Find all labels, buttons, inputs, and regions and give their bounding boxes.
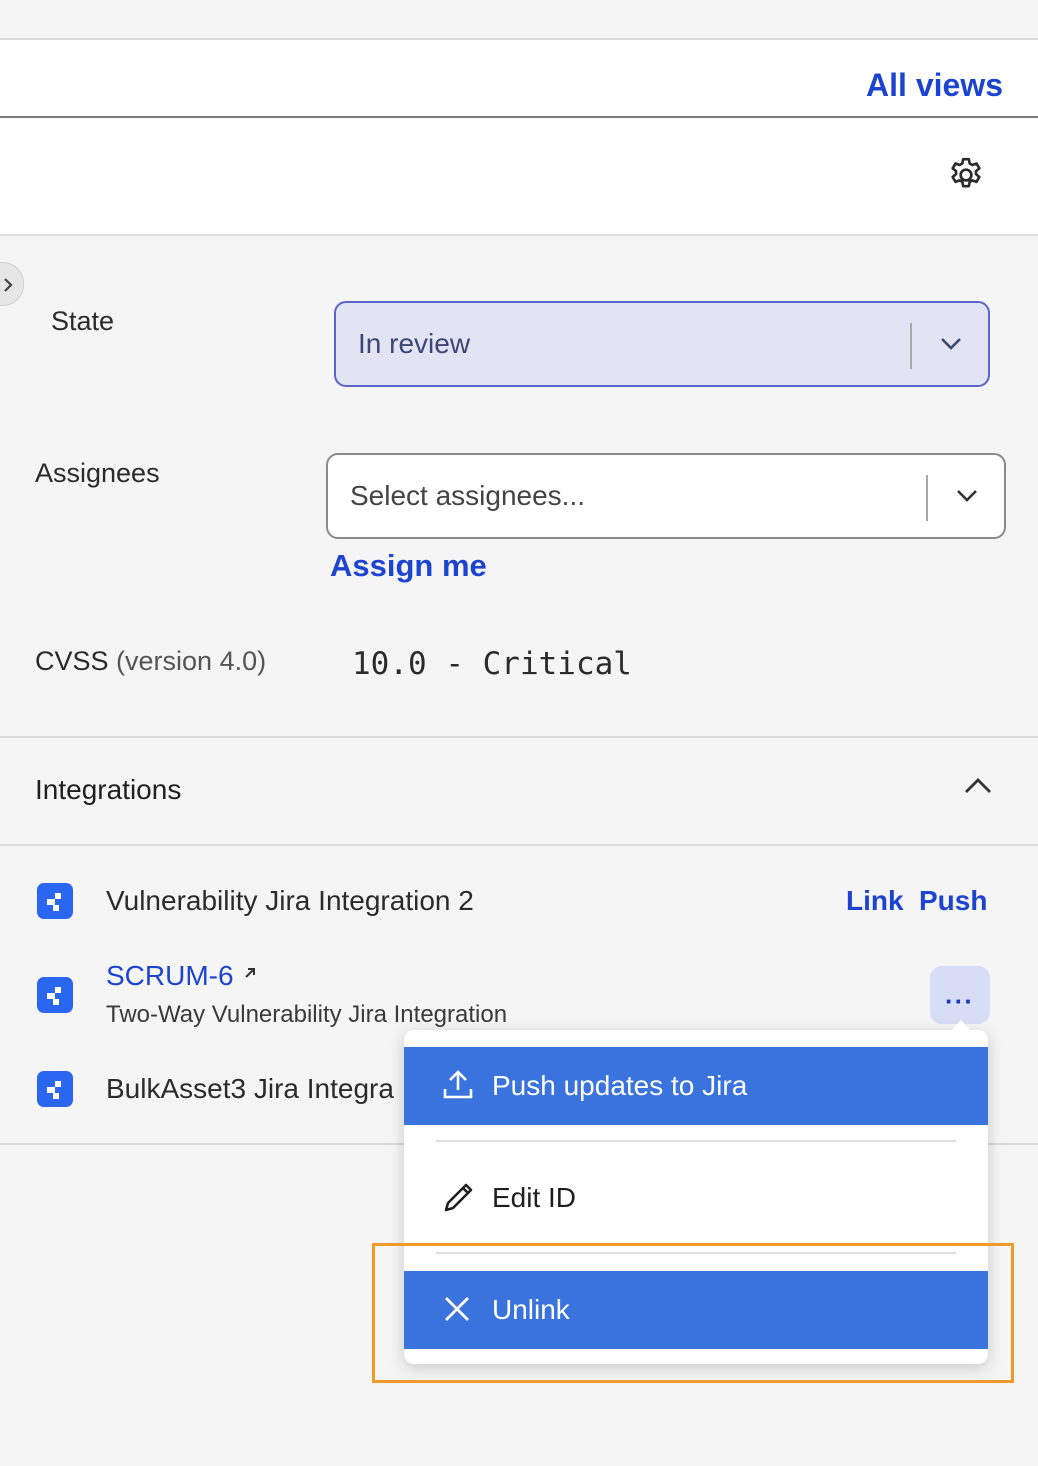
pencil-icon [444, 1183, 473, 1212]
menu-item-label: Edit ID [492, 1182, 577, 1213]
select-separator [910, 323, 912, 369]
menu-caret [952, 1020, 970, 1030]
cvss-label-text: CVSS [35, 646, 109, 676]
menu-item-label: Push updates to Jira [492, 1070, 748, 1101]
integration-name: Vulnerability Jira Integration 2 [106, 885, 474, 916]
divider [0, 736, 1038, 738]
integration-name: BulkAsset3 Jira Integra [106, 1073, 394, 1104]
state-select[interactable]: In review [334, 301, 990, 387]
cvss-version: (version 4.0) [116, 646, 267, 676]
edit-id-menu-item[interactable]: Edit ID [404, 1159, 988, 1237]
chevron-up-icon[interactable] [963, 776, 993, 796]
all-views-link[interactable]: All views [866, 67, 1003, 104]
menu-item-label: Unlink [492, 1294, 570, 1325]
menu-separator [436, 1140, 956, 1142]
jira-icon [37, 977, 73, 1013]
integrations-title: Integrations [35, 774, 182, 805]
top-strip [0, 0, 1038, 40]
state-label: State [51, 306, 115, 336]
integration-actions-menu: Push updates to Jira Edit ID Unlink [404, 1030, 988, 1364]
expand-panel-handle[interactable] [0, 262, 24, 306]
upload-icon [443, 1070, 473, 1099]
push-button[interactable]: Push [919, 885, 987, 917]
menu-separator [436, 1252, 956, 1254]
push-updates-menu-item[interactable]: Push updates to Jira [404, 1047, 988, 1125]
unlink-menu-item[interactable]: Unlink [404, 1271, 988, 1349]
divider [0, 844, 1038, 846]
cvss-value: 10.0 - Critical [352, 646, 632, 682]
panel-toolbar [0, 118, 1038, 236]
link-button[interactable]: Link [846, 885, 904, 917]
jira-icon [37, 1071, 73, 1107]
cvss-label: CVSS (version 4.0) [35, 646, 266, 677]
vulnerability-side-panel: All views State In review Assignees Sele… [0, 0, 1038, 1466]
state-value: In review [358, 328, 471, 359]
scrum-6-link[interactable]: SCRUM-6 [106, 960, 234, 992]
jira-icon [37, 883, 73, 919]
integration-name: Two-Way Vulnerability Jira Integration [106, 1001, 508, 1028]
close-icon [445, 1297, 469, 1321]
ellipsis-icon: ··· [945, 986, 974, 1016]
chevron-down-icon [941, 338, 961, 350]
assignees-label: Assignees [35, 458, 160, 488]
chevron-right-icon [4, 278, 13, 292]
chevron-down-icon [957, 490, 977, 502]
more-actions-button[interactable]: ··· [930, 966, 990, 1024]
assignees-select[interactable]: Select assignees... [326, 453, 1006, 539]
assignees-placeholder: Select assignees... [350, 480, 586, 511]
views-bar: All views [0, 40, 1038, 118]
select-separator [926, 475, 928, 521]
external-link-icon [245, 968, 255, 978]
assign-me-link[interactable]: Assign me [330, 548, 487, 584]
gear-icon[interactable] [946, 155, 986, 195]
